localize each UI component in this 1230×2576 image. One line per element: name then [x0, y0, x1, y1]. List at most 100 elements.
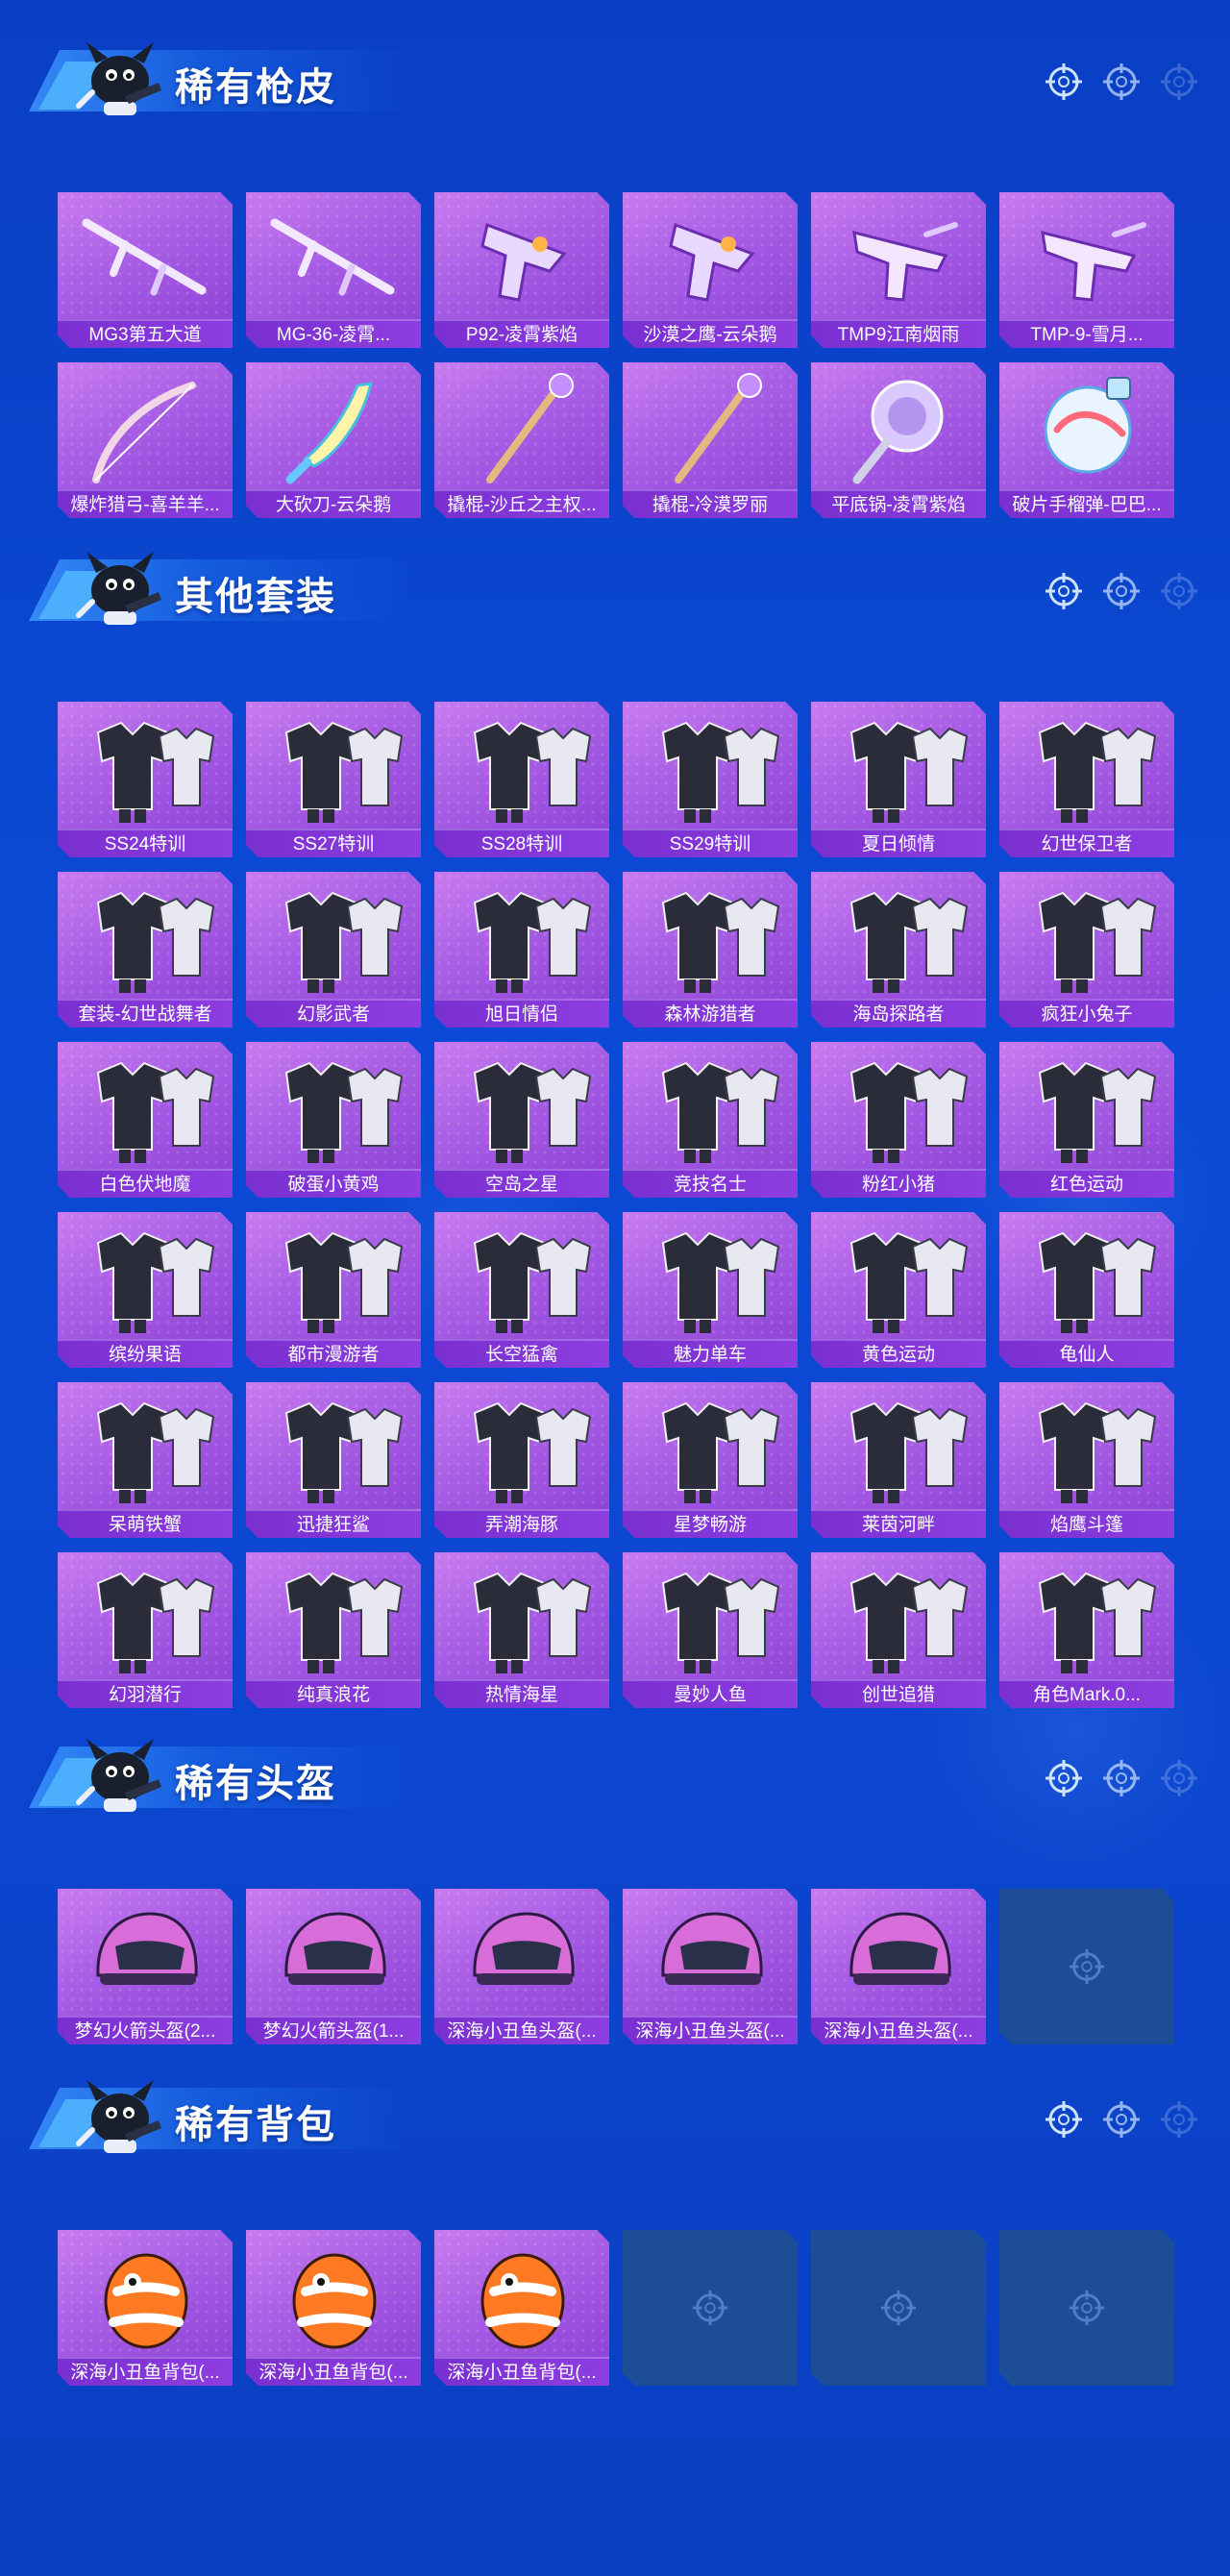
item-card[interactable]: 大砍刀-云朵鹅 — [246, 362, 421, 518]
item-grid: 梦幻火箭头盔(2... 梦幻火箭头盔(1... 深海小丑鱼头盔(... 深海小丑鱼头盔… — [58, 1889, 1174, 2044]
item-name: 焰鹰斗篷 — [999, 1509, 1174, 1538]
item-card[interactable]: 海岛探路者 — [811, 872, 986, 1028]
item-card[interactable]: 梦幻火箭头盔(2... — [58, 1889, 233, 2044]
mascot-icon — [67, 534, 173, 640]
item-card[interactable]: 深海小丑鱼头盔(... — [811, 1889, 986, 2044]
item-card[interactable]: 竞技名士 — [623, 1042, 798, 1198]
item-card[interactable]: SS28特训 — [434, 702, 609, 857]
item-card[interactable]: 夏日倾情 — [811, 702, 986, 857]
item-card[interactable]: 热情海星 — [434, 1552, 609, 1708]
section-3: 稀有头盔 梦幻火箭头盔(2... 梦幻火箭头盔(1... 深海小丑鱼头盔(... 深海小… — [0, 1697, 1230, 2044]
item-card[interactable]: 焰鹰斗篷 — [999, 1382, 1174, 1538]
crosshair-icon — [1101, 1758, 1142, 1803]
item-name: 白色伏地魔 — [58, 1169, 233, 1198]
item-card[interactable]: 沙漠之鹰-云朵鹅 — [623, 192, 798, 348]
item-card[interactable]: 梦幻火箭头盔(1... — [246, 1889, 421, 2044]
item-name: 套装-幻世战舞者 — [58, 999, 233, 1028]
empty-slot — [999, 1889, 1174, 2044]
item-card[interactable]: 爆炸猎弓-喜羊羊... — [58, 362, 233, 518]
empty-slot — [999, 2230, 1174, 2386]
item-name: 森林游猎者 — [623, 999, 798, 1028]
item-card[interactable]: MG-36-凌霄... — [246, 192, 421, 348]
item-name: TMP-9-雪月... — [999, 319, 1174, 348]
item-name: P92-凌霄紫焰 — [434, 319, 609, 348]
item-name: 幻影武者 — [246, 999, 421, 1028]
item-name: 长空猛禽 — [434, 1339, 609, 1368]
crosshair-icon — [1159, 571, 1199, 616]
item-card[interactable]: 长空猛禽 — [434, 1212, 609, 1368]
section-title: 稀有头盔 — [175, 1763, 336, 1805]
crosshair-icon — [1044, 571, 1084, 616]
item-card[interactable]: 森林游猎者 — [623, 872, 798, 1028]
item-name: 深海小丑鱼背包(... — [246, 2357, 421, 2386]
item-card[interactable]: 撬棍-沙丘之主权... — [434, 362, 609, 518]
item-card[interactable]: 旭日情侣 — [434, 872, 609, 1028]
section-1: 稀有枪皮 MG3第五大道 MG-36-凌霄... P92-凌霄紫焰 沙漠之鹰-云朵鹅 TM… — [0, 0, 1230, 518]
item-name: TMP9江南烟雨 — [811, 319, 986, 348]
item-card[interactable]: 龟仙人 — [999, 1212, 1174, 1368]
item-name: MG3第五大道 — [58, 319, 233, 348]
item-card[interactable]: 缤纷果语 — [58, 1212, 233, 1368]
item-name: MG-36-凌霄... — [246, 319, 421, 348]
item-card[interactable]: 深海小丑鱼背包(... — [246, 2230, 421, 2386]
item-card[interactable]: 幻影武者 — [246, 872, 421, 1028]
item-name: SS24特训 — [58, 829, 233, 857]
item-card[interactable]: 平底锅-凌霄紫焰 — [811, 362, 986, 518]
item-card[interactable]: 呆萌铁蟹 — [58, 1382, 233, 1538]
item-name: 深海小丑鱼背包(... — [58, 2357, 233, 2386]
item-card[interactable]: 套装-幻世战舞者 — [58, 872, 233, 1028]
item-card[interactable]: 破片手榴弹-巴巴... — [999, 362, 1174, 518]
item-card[interactable]: SS29特训 — [623, 702, 798, 857]
item-card[interactable]: 迅捷狂鲨 — [246, 1382, 421, 1538]
item-card[interactable]: 角色Mark.0... — [999, 1552, 1174, 1708]
item-card[interactable]: 粉红小猪 — [811, 1042, 986, 1198]
item-name: 弄潮海豚 — [434, 1509, 609, 1538]
item-name: 海岛探路者 — [811, 999, 986, 1028]
crosshair-decoration — [1044, 571, 1199, 616]
item-card[interactable]: 纯真浪花 — [246, 1552, 421, 1708]
item-name: 破蛋小黄鸡 — [246, 1169, 421, 1198]
empty-slot — [811, 2230, 986, 2386]
crosshair-icon — [1101, 571, 1142, 616]
item-card[interactable]: 深海小丑鱼背包(... — [58, 2230, 233, 2386]
item-card[interactable]: 疯狂小兔子 — [999, 872, 1174, 1028]
item-card[interactable]: TMP9江南烟雨 — [811, 192, 986, 348]
crosshair-decoration — [1044, 62, 1199, 107]
item-card[interactable]: 创世追猎 — [811, 1552, 986, 1708]
crosshair-icon — [1044, 2099, 1084, 2144]
item-card[interactable]: 都市漫游者 — [246, 1212, 421, 1368]
item-card[interactable]: 空岛之星 — [434, 1042, 609, 1198]
crosshair-decoration — [1044, 2099, 1199, 2144]
item-card[interactable]: 弄潮海豚 — [434, 1382, 609, 1538]
item-card[interactable]: 幻羽潜行 — [58, 1552, 233, 1708]
item-card[interactable]: 深海小丑鱼头盔(... — [623, 1889, 798, 2044]
item-card[interactable]: SS24特训 — [58, 702, 233, 857]
item-card[interactable]: TMP-9-雪月... — [999, 192, 1174, 348]
item-card[interactable]: SS27特训 — [246, 702, 421, 857]
item-grid: 深海小丑鱼背包(... 深海小丑鱼背包(... 深海小丑鱼背包(... — [58, 2230, 1174, 2386]
item-name: 沙漠之鹰-云朵鹅 — [623, 319, 798, 348]
item-card[interactable]: 破蛋小黄鸡 — [246, 1042, 421, 1198]
item-card[interactable]: 撬棍-冷漠罗丽 — [623, 362, 798, 518]
item-card[interactable]: 深海小丑鱼头盔(... — [434, 1889, 609, 2044]
item-card[interactable]: 深海小丑鱼背包(... — [434, 2230, 609, 2386]
item-card[interactable]: MG3第五大道 — [58, 192, 233, 348]
item-card[interactable]: 莱茵河畔 — [811, 1382, 986, 1538]
item-name: 缤纷果语 — [58, 1339, 233, 1368]
item-card[interactable]: 星梦畅游 — [623, 1382, 798, 1538]
item-card[interactable]: 白色伏地魔 — [58, 1042, 233, 1198]
item-card[interactable]: 黄色运动 — [811, 1212, 986, 1368]
item-name: 魅力单车 — [623, 1339, 798, 1368]
item-card[interactable]: 红色运动 — [999, 1042, 1174, 1198]
crosshair-icon — [1159, 1758, 1199, 1803]
item-card[interactable]: 魅力单车 — [623, 1212, 798, 1368]
item-name: 幻世保卫者 — [999, 829, 1174, 857]
item-grid: SS24特训 SS27特训 SS28特训 SS29特训 夏日倾情 幻世保卫者套装-幻世战舞… — [58, 702, 1174, 1708]
section-header: 稀有枪皮 — [0, 0, 1230, 115]
item-card[interactable]: 幻世保卫者 — [999, 702, 1174, 857]
crosshair-icon — [1101, 62, 1142, 107]
crosshair-icon — [1044, 62, 1084, 107]
section-title: 稀有背包 — [175, 2104, 336, 2146]
item-card[interactable]: P92-凌霄紫焰 — [434, 192, 609, 348]
item-card[interactable]: 曼妙人鱼 — [623, 1552, 798, 1708]
